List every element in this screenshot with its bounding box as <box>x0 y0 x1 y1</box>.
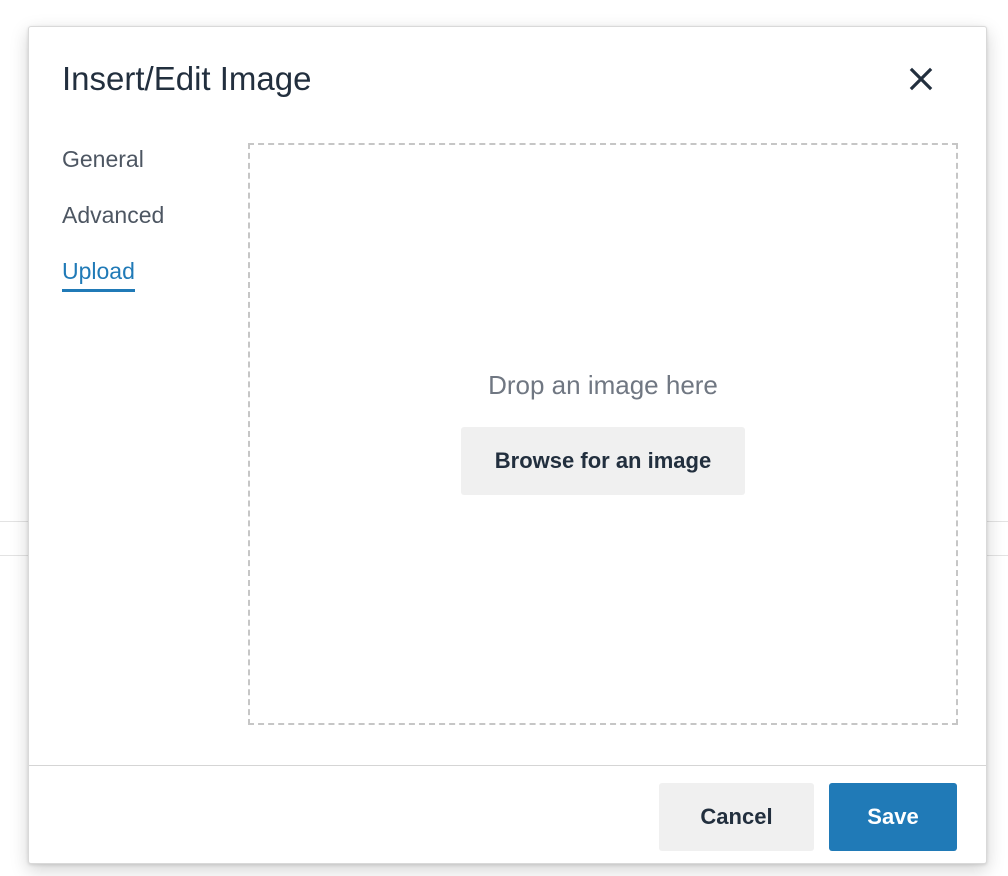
tab-upload-label: Upload <box>62 255 135 292</box>
close-icon <box>909 67 933 96</box>
tab-upload[interactable]: Upload <box>62 255 222 292</box>
save-button[interactable]: Save <box>829 783 957 851</box>
insert-edit-image-dialog: Insert/Edit Image General Advanced Uploa… <box>28 26 987 864</box>
tab-advanced[interactable]: Advanced <box>62 199 222 231</box>
browse-image-button[interactable]: Browse for an image <box>460 427 746 495</box>
tab-advanced-label: Advanced <box>62 202 165 228</box>
image-dropzone[interactable]: Drop an image here Browse for an image <box>248 143 958 725</box>
dialog-title: Insert/Edit Image <box>62 60 312 97</box>
dialog-tabs: General Advanced Upload <box>62 143 222 316</box>
close-button[interactable] <box>901 61 941 101</box>
dropzone-message: Drop an image here <box>488 370 718 400</box>
dialog-footer: Cancel Save <box>29 765 986 864</box>
tab-general-label: General <box>62 146 144 172</box>
tab-general[interactable]: General <box>62 143 222 175</box>
background-content <box>0 0 1008 8</box>
cancel-button[interactable]: Cancel <box>659 783 814 851</box>
